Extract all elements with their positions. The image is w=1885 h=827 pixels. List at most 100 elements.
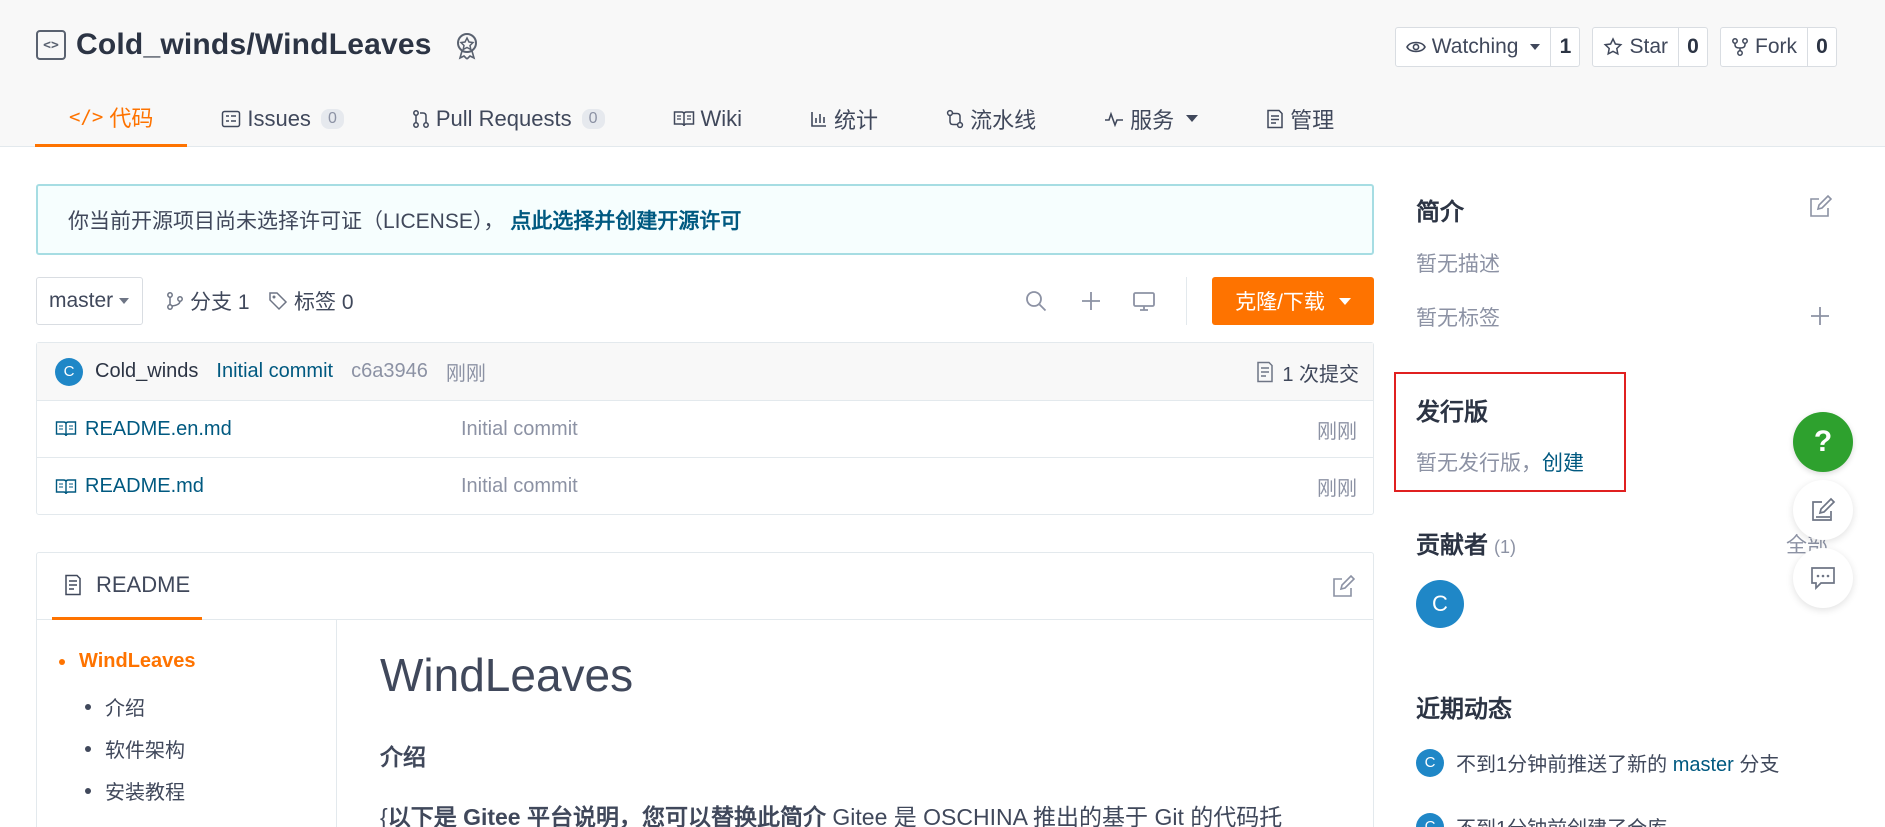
tab-pull-requests[interactable]: Pull Requests 0 <box>378 90 639 147</box>
tab-pipeline[interactable]: 流水线 <box>912 90 1070 147</box>
watch-button[interactable]: Watching 1 <box>1394 27 1581 67</box>
edit-icon[interactable] <box>1331 575 1355 599</box>
table-row[interactable]: README.en.md Initial commit 刚刚 <box>37 401 1373 458</box>
branches-label: 分支 1 <box>190 291 250 314</box>
commit-time: 刚刚 <box>445 363 486 385</box>
fork-main[interactable]: Fork <box>1721 28 1808 66</box>
edit-icon[interactable] <box>1808 195 1832 219</box>
tab-issues-label: Issues <box>247 105 311 131</box>
feedback-edit-icon <box>1812 497 1836 521</box>
issues-icon <box>222 110 241 127</box>
watch-count[interactable]: 1 <box>1551 28 1579 66</box>
monitor-icon[interactable] <box>1132 289 1156 313</box>
branch-select[interactable]: master <box>36 277 143 325</box>
toc-item[interactable]: WindLeaves <box>59 650 196 673</box>
table-row[interactable]: README.md Initial commit 刚刚 <box>37 458 1373 515</box>
chart-icon <box>811 111 827 127</box>
toc-item-label: 软件架构 <box>105 740 185 762</box>
tab-pipeline-label: 流水线 <box>970 107 1037 133</box>
plus-icon[interactable] <box>1808 304 1832 328</box>
pull-request-icon <box>412 109 429 128</box>
search-icon[interactable] <box>1024 289 1048 313</box>
file-name: README.en.md <box>85 417 232 440</box>
no-release-text: 暂无发行版， <box>1416 452 1542 475</box>
license-notice: 你当前开源项目尚未选择许可证（LICENSE）， 点此选择并创建开源许可 <box>36 184 1374 255</box>
fork-count[interactable]: 0 <box>1808 28 1836 66</box>
file-list: C Cold_winds Initial commit c6a3946 刚刚 1… <box>36 342 1374 515</box>
chat-icon <box>1811 567 1835 590</box>
recent-activity-heading: 近期动态 <box>1416 696 1512 723</box>
commits-icon <box>1257 361 1274 383</box>
toc-item[interactable]: 安装教程 <box>85 776 185 805</box>
clone-download-label: 克隆/下载 <box>1235 291 1325 314</box>
tab-wiki[interactable]: Wiki <box>639 90 777 147</box>
activity-item: C 不到1分钟前推送了新的 master 分支 <box>1416 748 1779 777</box>
toc-item[interactable]: 介绍 <box>85 692 145 721</box>
file-commit-message[interactable]: Initial commit <box>461 475 578 498</box>
releases-status: 暂无发行版，创建 <box>1416 447 1584 477</box>
readme-paragraph: {以下是 Gitee 平台说明，您可以替换此简介 Gitee 是 OSCHINA… <box>380 798 1282 827</box>
chevron-down-icon <box>1186 115 1199 122</box>
pipeline-icon <box>946 109 964 128</box>
repository-icon: <> <box>36 30 66 60</box>
avatar[interactable]: C <box>1416 812 1444 827</box>
star-count[interactable]: 0 <box>1679 28 1707 66</box>
tab-code-label: 代码 <box>109 106 154 131</box>
bullet <box>85 703 91 710</box>
file-link[interactable]: README.en.md <box>55 418 232 441</box>
file-book-icon <box>55 478 77 494</box>
plus-icon[interactable] <box>1079 289 1103 313</box>
readme-tab[interactable]: README <box>52 553 203 620</box>
toc-item-label: 安装教程 <box>105 782 185 804</box>
readme-paragraph-prefix: { <box>380 804 388 827</box>
tags-link[interactable]: 标签 0 <box>268 277 354 325</box>
tab-issues[interactable]: Issues 0 <box>187 90 378 147</box>
create-release-link[interactable]: 创建 <box>1542 452 1584 475</box>
clone-download-button[interactable]: 克隆/下载 <box>1212 277 1374 325</box>
file-link[interactable]: README.md <box>55 475 204 498</box>
star-button[interactable]: Star 0 <box>1592 27 1708 67</box>
feedback-edit-button[interactable] <box>1793 480 1853 540</box>
readme-header: README <box>37 553 1373 620</box>
chevron-down-icon <box>1338 297 1351 305</box>
tab-manage-label: 管理 <box>1290 107 1335 133</box>
activity-branch-link[interactable]: master <box>1673 754 1734 776</box>
branch-select-value: master <box>49 289 114 312</box>
chat-button[interactable] <box>1793 548 1853 608</box>
bullet <box>85 787 91 794</box>
commit-hash-link[interactable]: c6a3946 <box>351 360 428 383</box>
license-notice-text: 你当前开源项目尚未选择许可证（LICENSE）， <box>68 209 505 233</box>
file-commit-message[interactable]: Initial commit <box>461 418 578 441</box>
file-time: 刚刚 <box>1317 478 1357 500</box>
contributors-heading: 贡献者 (1) <box>1416 525 1516 560</box>
commit-message-link[interactable]: Initial commit <box>216 360 333 383</box>
chevron-down-icon <box>1530 44 1541 50</box>
repo-header: <> Cold_winds/WindLeaves Watching 1 Star… <box>0 0 1885 147</box>
tab-stats[interactable]: 统计 <box>776 90 912 147</box>
avatar[interactable]: C <box>1416 748 1444 777</box>
toc-item-label: 介绍 <box>105 698 145 720</box>
repo-sidebar: 简介 暂无描述 暂无标签 发行版 暂无发行版，创建 贡献者 (1) 全部 C 近期… <box>1394 147 1856 827</box>
toc-item[interactable]: 软件架构 <box>85 734 185 763</box>
contributor-avatar[interactable]: C <box>1416 580 1464 628</box>
watch-label: Watching <box>1431 35 1519 58</box>
commit-count-link[interactable]: 1 次提交 <box>1256 343 1359 401</box>
repo-name-link[interactable]: Cold_winds/WindLeaves <box>76 28 432 62</box>
tab-stats-label: 统计 <box>834 107 879 133</box>
award-badge-icon[interactable] <box>452 30 482 60</box>
commit-author-link[interactable]: Cold_winds <box>95 360 198 383</box>
star-main[interactable]: Star <box>1593 28 1679 66</box>
star-icon <box>1604 37 1623 56</box>
create-license-link[interactable]: 点此选择并创建开源许可 <box>510 205 741 235</box>
readme-toc: WindLeaves 介绍 软件架构 安装教程 <box>37 620 337 827</box>
help-button[interactable]: ? <box>1793 412 1853 472</box>
avatar[interactable]: C <box>55 357 83 386</box>
tab-code[interactable]: </> 代码 <box>35 90 188 147</box>
tab-manage[interactable]: 管理 <box>1232 90 1368 147</box>
fork-button[interactable]: Fork 0 <box>1720 27 1837 67</box>
branches-link[interactable]: 分支 1 <box>166 277 250 325</box>
tab-services[interactable]: 服务 <box>1070 90 1232 147</box>
watch-main[interactable]: Watching <box>1396 28 1552 66</box>
toc-item-label: WindLeaves <box>79 650 196 672</box>
fork-icon <box>1732 38 1748 56</box>
